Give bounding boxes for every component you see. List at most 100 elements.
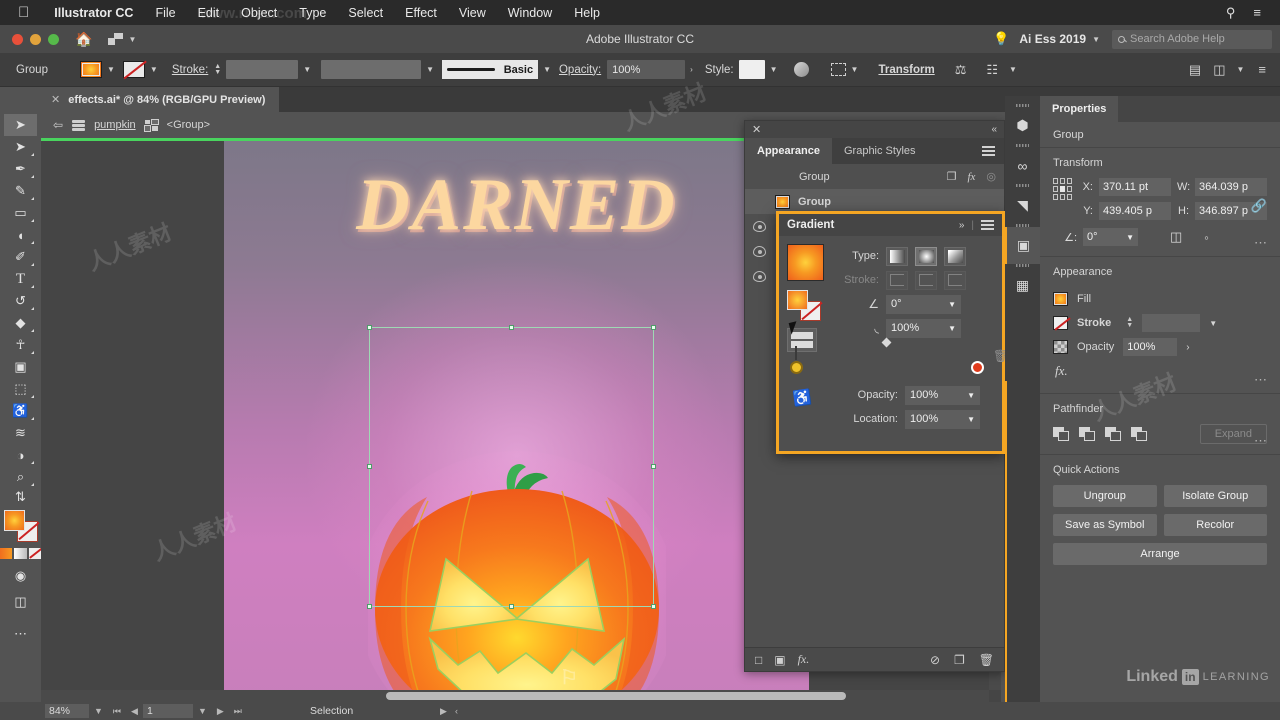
- duplicate-item-icon[interactable]: ❐: [954, 653, 965, 667]
- chevron-down-icon[interactable]: ▼: [967, 391, 975, 400]
- more-options-icon[interactable]: ⋯: [1254, 235, 1268, 251]
- arrange-icon[interactable]: ☷: [980, 62, 1004, 78]
- shape-builder-tool[interactable]: ◑: [4, 444, 37, 466]
- chevron-down-icon[interactable]: ▼: [150, 65, 158, 74]
- rail-item-libraries[interactable]: ∞: [1005, 147, 1040, 184]
- pen-tool[interactable]: ✒: [4, 158, 37, 180]
- spiral-tool[interactable]: ◖: [4, 224, 37, 246]
- page-number-field[interactable]: 1: [142, 704, 193, 718]
- chevron-down-icon[interactable]: ▼: [193, 706, 212, 716]
- chevron-down-icon[interactable]: ▼: [851, 65, 859, 74]
- transform-button[interactable]: Transform: [878, 64, 934, 76]
- gradient-slider[interactable]: 🗑: [790, 337, 1008, 374]
- opacity-options-icon[interactable]: ›: [690, 65, 693, 74]
- chevron-down-icon[interactable]: ▼: [1236, 65, 1244, 74]
- selection-handle[interactable]: [508, 604, 514, 609]
- menu-illustrator[interactable]: Illustrator CC: [43, 6, 144, 20]
- duplicate-icon[interactable]: ❐: [947, 170, 957, 183]
- recolor-artwork-icon[interactable]: [793, 62, 809, 77]
- w-field[interactable]: 364.039 p: [1195, 178, 1267, 196]
- menu-select[interactable]: Select: [337, 6, 394, 20]
- gradient-angle-field[interactable]: 0° ▼: [886, 294, 961, 314]
- rectangle-tool[interactable]: ▭: [4, 202, 37, 224]
- eyedropper-tool[interactable]: ♿: [4, 400, 37, 422]
- canvas-horizontal-scrollbar[interactable]: [41, 690, 989, 702]
- curvature-tool[interactable]: ✎: [4, 180, 37, 202]
- menu-help[interactable]: Help: [563, 6, 611, 20]
- gradient-stop-start[interactable]: [790, 361, 803, 374]
- chevron-down-icon[interactable]: ▼: [426, 65, 434, 74]
- stroke-weight-field[interactable]: [1142, 314, 1201, 332]
- color-mode-button[interactable]: [14, 548, 27, 559]
- add-new-stroke-icon[interactable]: □: [755, 653, 762, 667]
- visibility-icon[interactable]: [753, 246, 766, 257]
- radial-gradient-button[interactable]: [915, 246, 937, 266]
- stroke-profile-dropdown[interactable]: Basic: [442, 60, 539, 79]
- paintbrush-tool[interactable]: ✐: [4, 246, 37, 268]
- gradient-thumbnail[interactable]: [787, 244, 824, 281]
- stroke-weight-field[interactable]: [226, 60, 299, 79]
- rail-item-swatches[interactable]: ▦: [1005, 267, 1040, 304]
- stroke-swatch[interactable]: [1053, 316, 1068, 330]
- gradient-fill-swatch[interactable]: [787, 290, 808, 310]
- rail-item-gradient-mesh[interactable]: ◥: [1005, 187, 1040, 224]
- opacity-field[interactable]: 100%: [607, 60, 686, 79]
- flip-vertical-icon[interactable]: ◦: [1204, 230, 1209, 245]
- stroke-swatch[interactable]: [122, 61, 145, 78]
- intersect-button[interactable]: [1105, 426, 1122, 442]
- status-menu-icon[interactable]: ▶: [440, 706, 447, 717]
- chevron-down-icon[interactable]: ▼: [770, 65, 778, 74]
- swap-fill-stroke-icon[interactable]: ⇅: [4, 488, 37, 506]
- isolate-icon[interactable]: ⚖: [949, 62, 973, 78]
- fill-row[interactable]: Fill: [1053, 287, 1267, 311]
- y-field[interactable]: 439.405 p: [1099, 202, 1171, 220]
- headline-text[interactable]: DARNED: [224, 163, 809, 248]
- menu-file[interactable]: File: [144, 6, 186, 20]
- eraser-tool[interactable]: ◆: [4, 312, 37, 334]
- stroke-row[interactable]: Stroke ▲ ▼ ▼: [1053, 311, 1267, 335]
- selection-handle[interactable]: [651, 325, 656, 330]
- color-mode-buttons[interactable]: [0, 548, 42, 559]
- menu-view[interactable]: View: [448, 6, 497, 20]
- gradient-tool[interactable]: ▣: [4, 356, 37, 378]
- gradient-opacity-field[interactable]: 100% ▼: [905, 385, 980, 405]
- rotate-tool[interactable]: ↺: [4, 290, 37, 312]
- selection-handle[interactable]: [651, 604, 656, 609]
- prev-page-icon[interactable]: ◀: [126, 706, 143, 717]
- chevron-down-icon[interactable]: ▼: [1009, 65, 1017, 74]
- visibility-icon[interactable]: [753, 221, 766, 232]
- close-icon[interactable]: ✕: [51, 93, 60, 106]
- tab-properties[interactable]: Properties: [1040, 96, 1119, 122]
- back-arrow-icon[interactable]: ⇦: [53, 118, 63, 132]
- freeform-gradient-button[interactable]: [944, 246, 966, 266]
- control-center-icon[interactable]: ≡: [1244, 5, 1270, 20]
- more-tools-icon[interactable]: ⋯: [4, 623, 37, 645]
- appearance-fill-swatch[interactable]: [775, 194, 790, 209]
- chevron-down-icon[interactable]: ▼: [107, 65, 115, 74]
- save-as-symbol-button[interactable]: Save as Symbol: [1053, 514, 1157, 536]
- opacity-row[interactable]: Opacity 100% ›: [1053, 335, 1267, 359]
- zoom-tool[interactable]: ⌕: [4, 466, 37, 488]
- breadcrumb-layer[interactable]: pumpkin: [94, 119, 136, 131]
- rail-item-layers[interactable]: ⬢: [1005, 107, 1040, 144]
- chevron-down-icon[interactable]: ▼: [948, 324, 956, 333]
- menu-window[interactable]: Window: [497, 6, 563, 20]
- fill-swatch[interactable]: [1053, 292, 1068, 306]
- menu-edit[interactable]: Edit: [187, 6, 231, 20]
- gradient-stop-end[interactable]: [971, 361, 984, 374]
- style-swatch[interactable]: [738, 60, 765, 79]
- search-icon[interactable]: ⚲: [1217, 5, 1245, 21]
- selection-bounding-box[interactable]: [367, 325, 656, 609]
- chevron-down-icon[interactable]: ▼: [967, 415, 975, 424]
- opacity-field[interactable]: 100%: [1123, 338, 1178, 356]
- angle-field[interactable]: 0° ▼: [1083, 228, 1138, 246]
- chevron-down-icon[interactable]: ▼: [303, 65, 311, 74]
- clear-appearance-icon[interactable]: ⊘: [930, 653, 940, 667]
- chevron-down-icon[interactable]: ▼: [543, 65, 551, 74]
- chevron-down-icon[interactable]: ▼: [1209, 319, 1217, 328]
- align-panel-icon[interactable]: ▤: [1183, 62, 1207, 78]
- align-icon[interactable]: [830, 63, 846, 76]
- visibility-icon[interactable]: [753, 271, 766, 282]
- add-new-fill-icon[interactable]: ▣: [774, 653, 785, 667]
- fill-swatch[interactable]: [80, 61, 102, 78]
